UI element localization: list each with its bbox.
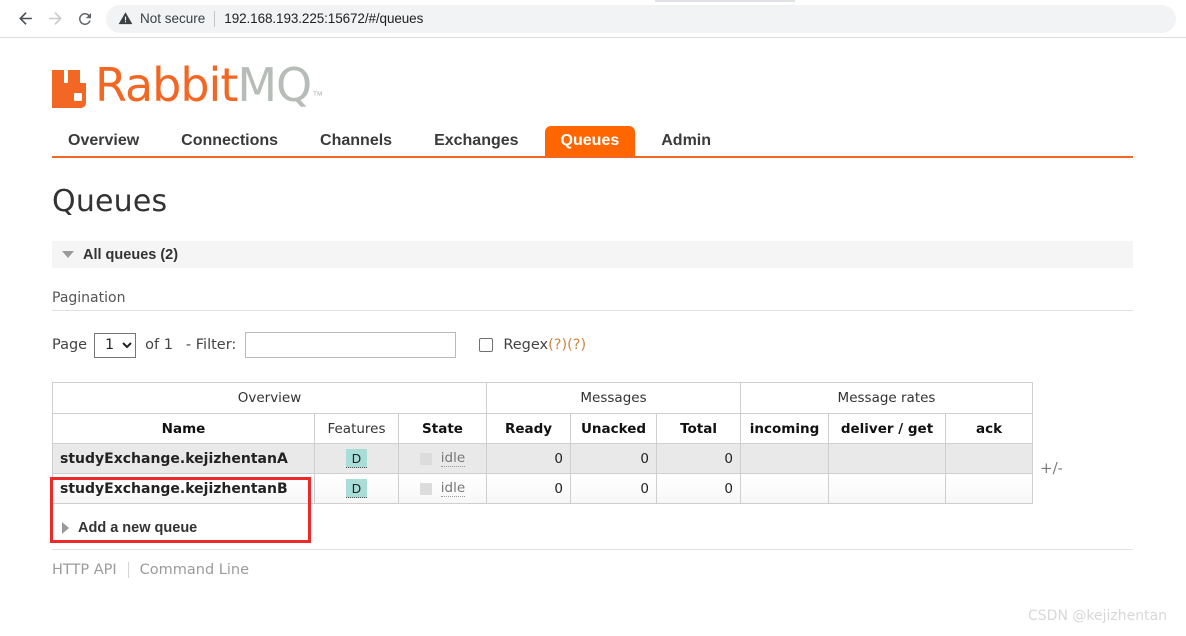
footer-divider xyxy=(52,549,1133,550)
queues-table: Overview Messages Message rates Name Fea… xyxy=(52,382,1034,504)
nav-item-admin[interactable]: Admin xyxy=(645,126,727,156)
browser-toolbar: Not secure 192.168.193.225:15672/#/queue… xyxy=(0,0,1186,38)
nav-item-overview[interactable]: Overview xyxy=(52,126,155,156)
queue-deliver-get-rate xyxy=(828,443,947,474)
column-header-name[interactable]: Name xyxy=(52,413,315,444)
warning-triangle-icon xyxy=(118,11,133,26)
toggle-columns-button[interactable]: +/- xyxy=(1040,459,1063,477)
queue-incoming-rate xyxy=(740,443,830,474)
reload-icon xyxy=(76,10,94,28)
page-title: Queues xyxy=(52,184,168,219)
regex-help-link-1[interactable]: (?) xyxy=(548,337,567,353)
command-line-link[interactable]: Command Line xyxy=(140,562,249,578)
queue-state-cell: idle xyxy=(398,473,487,504)
watermark-text: CSDN @kejizhentan xyxy=(1028,608,1168,624)
group-header-messages: Messages xyxy=(485,382,742,414)
durable-badge[interactable]: D xyxy=(345,449,368,468)
column-header-ack[interactable]: ack xyxy=(945,413,1034,444)
state-text: idle xyxy=(440,480,466,497)
table-column-header-row: Name Features State Ready Unacked Total … xyxy=(52,413,1034,444)
all-queues-section-header[interactable]: All queues (2) xyxy=(52,241,1133,268)
nav-item-queues[interactable]: Queues xyxy=(544,126,636,156)
queue-unacked-count: 0 xyxy=(570,473,657,504)
queue-ready-count: 0 xyxy=(486,443,571,474)
column-header-unacked[interactable]: Unacked xyxy=(570,413,657,444)
page-select[interactable]: 1 xyxy=(94,332,137,358)
queue-ready-count: 0 xyxy=(486,473,571,504)
queue-total-count: 0 xyxy=(655,473,742,504)
queue-ack-rate xyxy=(945,473,1034,504)
omnibox-divider xyxy=(214,10,216,27)
security-status-text: Not secure xyxy=(140,11,206,26)
nav-item-channels[interactable]: Channels xyxy=(304,126,408,156)
logo-text-primary: Rabbit xyxy=(95,58,238,112)
queue-state-cell: idle xyxy=(398,443,487,474)
column-header-total[interactable]: Total xyxy=(655,413,742,444)
queue-name-link[interactable]: studyExchange.kejizhentanB xyxy=(52,473,315,504)
trademark-symbol: ™ xyxy=(312,90,324,102)
pagination-controls: Page 1 of 1 - Filter: Regex (?) (?) xyxy=(52,332,1186,358)
queue-name-link[interactable]: studyExchange.kejizhentanA xyxy=(52,443,315,474)
group-header-message-rates: Message rates xyxy=(740,382,1034,414)
table-row[interactable]: studyExchange.kejizhentanB D idle 0 0 0 xyxy=(52,473,1034,504)
queue-ack-rate xyxy=(945,443,1034,474)
nav-item-exchanges[interactable]: Exchanges xyxy=(418,126,534,156)
state-indicator-icon xyxy=(419,452,432,465)
group-header-overview: Overview xyxy=(52,382,487,414)
page-label: Page xyxy=(52,337,88,353)
table-row[interactable]: studyExchange.kejizhentanA D idle 0 0 0 xyxy=(52,443,1034,474)
queue-features-cell: D xyxy=(314,443,399,474)
column-header-features[interactable]: Features xyxy=(314,413,399,444)
filter-label: - Filter: xyxy=(185,337,237,353)
pagination-heading: Pagination xyxy=(52,290,126,306)
column-header-state[interactable]: State xyxy=(398,413,487,444)
page-content: Rabbit MQ ™ Overview Connections Channel… xyxy=(0,38,1186,636)
http-api-link[interactable]: HTTP API xyxy=(52,562,117,578)
footer-link-divider xyxy=(127,562,129,578)
reload-button[interactable] xyxy=(70,4,100,34)
rabbitmq-logo[interactable]: Rabbit MQ ™ xyxy=(52,56,1186,108)
regex-label: Regex xyxy=(503,337,549,353)
forward-arrow-icon xyxy=(46,9,65,28)
add-new-queue-label: Add a new queue xyxy=(78,520,198,536)
logo-text-secondary: MQ xyxy=(237,58,312,112)
queue-total-count: 0 xyxy=(655,443,742,474)
table-body: studyExchange.kejizhentanA D idle 0 0 0 xyxy=(52,443,1034,504)
rabbitmq-logo-icon xyxy=(52,68,92,108)
queue-deliver-get-rate xyxy=(828,473,947,504)
logo-row: Rabbit MQ ™ xyxy=(52,38,1186,110)
state-indicator-icon xyxy=(419,482,432,495)
address-bar[interactable]: Not secure 192.168.193.225:15672/#/queue… xyxy=(106,4,1176,33)
durable-badge[interactable]: D xyxy=(345,479,368,498)
regex-checkbox[interactable] xyxy=(479,338,494,352)
browser-tab-stub[interactable] xyxy=(655,0,795,2)
table-group-header-row: Overview Messages Message rates xyxy=(52,382,1034,414)
add-new-queue-section[interactable]: Add a new queue xyxy=(52,520,1186,536)
regex-help-link-2[interactable]: (?) xyxy=(567,337,586,353)
pagination-divider xyxy=(52,310,1133,311)
forward-button[interactable] xyxy=(40,4,70,34)
queue-features-cell: D xyxy=(314,473,399,504)
back-button[interactable] xyxy=(10,4,40,34)
nav-item-connections[interactable]: Connections xyxy=(165,126,294,156)
page-count-label: of 1 xyxy=(145,337,173,353)
column-header-ready[interactable]: Ready xyxy=(486,413,571,444)
main-navigation: Overview Connections Channels Exchanges … xyxy=(52,126,1133,158)
footer-links: HTTP API Command Line xyxy=(52,562,1186,578)
url-text: 192.168.193.225:15672/#/queues xyxy=(224,11,424,26)
column-header-deliver-get[interactable]: deliver / get xyxy=(828,413,947,444)
triangle-down-icon xyxy=(62,251,74,258)
column-header-incoming[interactable]: incoming xyxy=(740,413,830,444)
all-queues-label: All queues (2) xyxy=(83,246,179,263)
queue-unacked-count: 0 xyxy=(570,443,657,474)
queue-incoming-rate xyxy=(740,473,830,504)
back-arrow-icon xyxy=(16,9,35,28)
filter-input[interactable] xyxy=(245,332,457,358)
state-text: idle xyxy=(440,450,466,467)
triangle-right-icon xyxy=(62,522,69,534)
